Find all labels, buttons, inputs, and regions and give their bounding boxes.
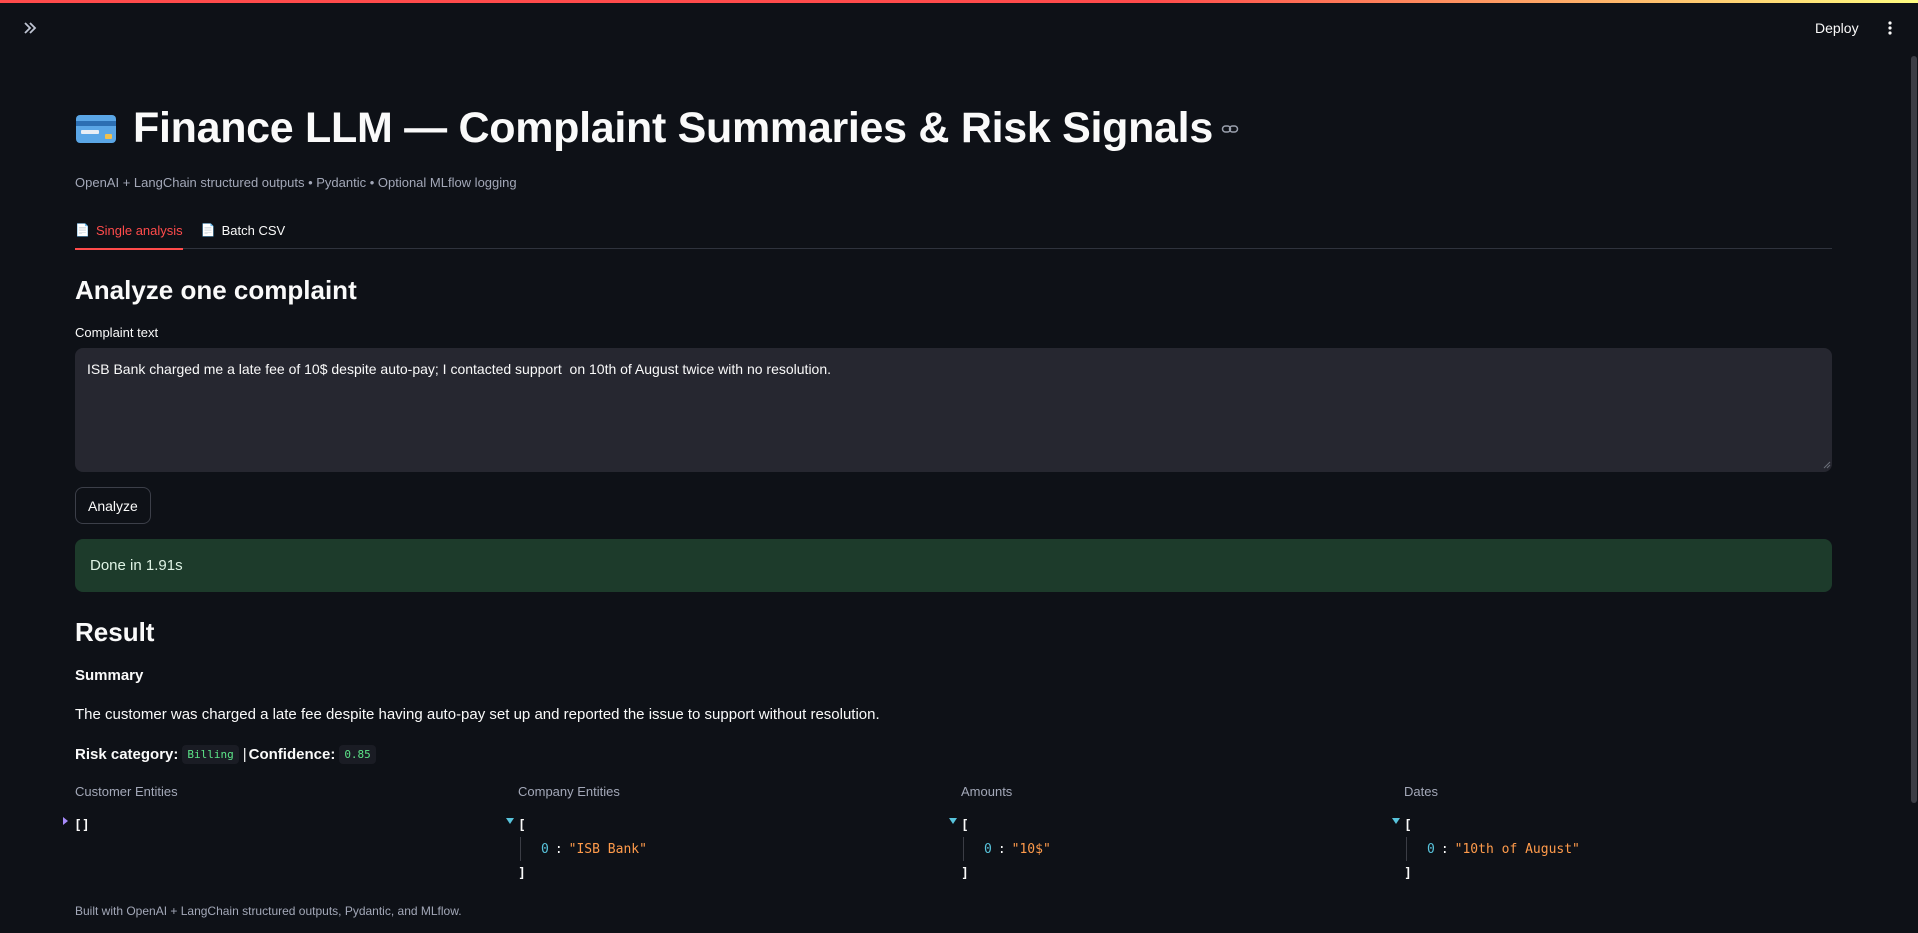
json-close-bracket: ] xyxy=(518,865,526,881)
more-vertical-icon xyxy=(1888,21,1892,35)
column-label: Company Entities xyxy=(518,784,620,799)
json-index: 0 xyxy=(1427,841,1435,857)
double-chevron-right-icon xyxy=(24,22,37,34)
collapse-caret-icon[interactable] xyxy=(506,818,514,824)
collapse-caret-icon[interactable] xyxy=(949,818,957,824)
json-empty-array: [] xyxy=(74,817,90,833)
resize-handle-icon[interactable] xyxy=(1823,461,1831,469)
complaint-text-input[interactable] xyxy=(75,348,1832,472)
json-open-bracket: [ xyxy=(1404,817,1412,833)
expand-caret-icon[interactable] xyxy=(63,817,68,825)
analyze-button[interactable]: Analyze xyxy=(75,487,151,524)
confidence-label: Confidence: xyxy=(248,746,336,763)
json-open-bracket: [ xyxy=(518,817,526,833)
json-string-value: "10th of August" xyxy=(1454,841,1580,857)
collapse-caret-icon[interactable] xyxy=(1392,818,1400,824)
json-index: 0 xyxy=(541,841,549,857)
column-label: Dates xyxy=(1404,784,1438,799)
tab-label: Batch CSV xyxy=(221,222,286,238)
json-viewer: [ 0 : "ISB Bank" ] xyxy=(506,813,948,885)
json-colon: : xyxy=(997,841,1006,857)
document-icon: 📄 xyxy=(75,223,90,237)
json-close-row: ] xyxy=(961,861,1391,885)
json-close-row: ] xyxy=(518,861,948,885)
risk-line: Risk category: Billing | Confidence: 0.8… xyxy=(75,745,380,764)
risk-category-value: Billing xyxy=(182,745,239,764)
column-label: Customer Entities xyxy=(75,784,178,799)
analyze-heading: Analyze one complaint xyxy=(75,275,357,305)
separator: | xyxy=(242,746,247,763)
page-title: Finance LLM — Complaint Summaries & Risk… xyxy=(133,104,1213,152)
summary-label: Summary xyxy=(75,667,144,684)
status-text: Done in 1.91s xyxy=(90,557,183,574)
complaint-field-label: Complaint text xyxy=(75,325,159,340)
json-colon: : xyxy=(1440,841,1449,857)
page-title-row: Finance LLM — Complaint Summaries & Risk… xyxy=(75,104,1239,153)
json-open-row[interactable]: [ xyxy=(949,813,1391,837)
dates-column: Dates [ 0 : "10th of August" ] xyxy=(1392,784,1834,885)
success-status-box: Done in 1.91s xyxy=(75,539,1832,592)
tab-single-analysis[interactable]: 📄 Single analysis xyxy=(75,215,183,250)
main-menu-button[interactable] xyxy=(1880,16,1900,40)
json-close-bracket: ] xyxy=(961,865,969,881)
json-item-row: 0 : "10th of August" xyxy=(1406,837,1834,861)
tab-batch-csv[interactable]: 📄 Batch CSV xyxy=(201,215,286,249)
footer-text: Built with OpenAI + LangChain structured… xyxy=(75,904,462,918)
json-string-value: "10$" xyxy=(1011,841,1051,857)
json-close-bracket: ] xyxy=(1404,865,1412,881)
confidence-value: 0.85 xyxy=(339,745,376,764)
json-collapsed-row[interactable]: [] xyxy=(63,813,505,837)
risk-category-label: Risk category: xyxy=(75,746,179,763)
page-caption: OpenAI + LangChain structured outputs • … xyxy=(75,175,517,190)
expand-sidebar-button[interactable] xyxy=(18,17,42,39)
tab-label: Single analysis xyxy=(95,222,183,238)
company-entities-column: Company Entities [ 0 : "ISB Bank" ] xyxy=(506,784,948,885)
document-icon: 📄 xyxy=(200,223,216,237)
json-item-row: 0 : "ISB Bank" xyxy=(520,837,948,861)
result-heading: Result xyxy=(75,617,155,647)
credit-card-icon xyxy=(76,114,116,143)
entity-columns: Customer Entities [] Company Entities [ … xyxy=(63,784,1834,885)
deploy-button[interactable]: Deploy xyxy=(1815,16,1859,40)
json-viewer: [ 0 : "10th of August" ] xyxy=(1392,813,1834,885)
json-viewer: [ 0 : "10$" ] xyxy=(949,813,1391,885)
column-label: Amounts xyxy=(961,784,1013,799)
json-open-row[interactable]: [ xyxy=(1392,813,1834,837)
json-item-row: 0 : "10$" xyxy=(963,837,1391,861)
json-index: 0 xyxy=(984,841,992,857)
scrollbar[interactable] xyxy=(1911,56,1917,803)
amounts-column: Amounts [ 0 : "10$" ] xyxy=(949,784,1391,885)
json-viewer: [] xyxy=(63,813,505,837)
json-close-row: ] xyxy=(1404,861,1834,885)
json-open-row[interactable]: [ xyxy=(506,813,948,837)
json-colon: : xyxy=(554,841,563,857)
customer-entities-column: Customer Entities [] xyxy=(63,784,505,837)
summary-text: The customer was charged a late fee desp… xyxy=(75,706,880,723)
json-open-bracket: [ xyxy=(961,817,969,833)
top-decoration-bar xyxy=(0,0,1918,3)
tab-bar: 📄 Single analysis 📄 Batch CSV xyxy=(75,215,1832,250)
json-string-value: "ISB Bank" xyxy=(568,841,647,857)
anchor-link-icon[interactable] xyxy=(1221,120,1239,138)
